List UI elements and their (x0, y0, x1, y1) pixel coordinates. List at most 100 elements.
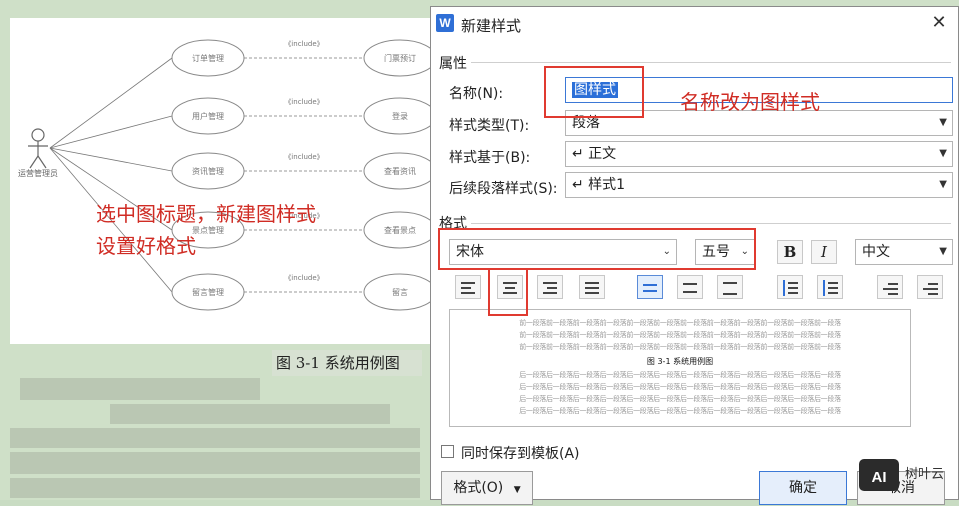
include-label: 《include》 (284, 40, 323, 48)
icon-line (461, 287, 471, 289)
justify-icon (585, 282, 599, 284)
format-menu-label: 格式(O) (453, 480, 504, 496)
preview-after-line: 后一段落后一段落后一段落后一段落后一段落后一段落后一段落后一段落后一段落后一段落… (519, 383, 841, 391)
figure-caption: 图 3-1 系统用例图 (272, 350, 422, 376)
svg-text:查看资讯: 查看资讯 (384, 166, 416, 176)
space-after-button[interactable] (817, 275, 843, 299)
include-label: 《include》 (284, 98, 323, 106)
icon-line (928, 293, 938, 295)
icon-line (823, 280, 825, 296)
font-highlight-box (438, 228, 756, 270)
use-case-right: 门票预订 (363, 39, 430, 77)
actor-label: 运营管理员 (18, 168, 58, 178)
icon-line (461, 292, 475, 294)
space-after-icon (828, 282, 838, 284)
properties-section-label: 属性 (439, 53, 471, 73)
based-on-select[interactable]: ↵ 正文 ▼ (565, 141, 953, 167)
watermark-logo-icon: AI (859, 459, 899, 491)
name-highlight-box (544, 66, 644, 118)
svg-text:登录: 登录 (392, 111, 408, 121)
double-spacing-button[interactable] (717, 275, 743, 299)
use-case-diagram: 运营管理员 《include》订单管理 门票预订《include》用户管理 登录《i… (18, 39, 430, 311)
icon-line (683, 291, 697, 293)
single-spacing-icon (643, 284, 657, 286)
annotation-line-1: 选中图标题，新建图样式 (96, 202, 316, 226)
icon-line (783, 280, 785, 296)
save-to-template-label: 同时保存到模板(A) (461, 446, 580, 462)
svg-text:留言管理: 留言管理 (192, 287, 224, 297)
script-value: 中文 (862, 244, 890, 260)
dropdown-arrow-icon: ▼ (939, 148, 947, 159)
include-label: 《include》 (284, 274, 323, 282)
align-highlight-box (488, 268, 528, 316)
align-right-button[interactable] (537, 275, 563, 299)
association-line (49, 57, 173, 149)
icon-line (585, 292, 599, 294)
icon-line (643, 290, 657, 292)
double-spacing-icon (723, 282, 737, 284)
one-half-spacing-button[interactable] (677, 275, 703, 299)
use-case-right: 查看景点 (363, 211, 430, 249)
blurred-text-block (10, 428, 420, 448)
next-style-select[interactable]: ↵ 样式1 ▼ (565, 172, 953, 198)
align-left-icon (461, 282, 475, 284)
italic-button[interactable]: I (811, 240, 837, 264)
blurred-text-block (10, 478, 420, 498)
increase-indent-icon (928, 283, 938, 285)
use-case-left: 留言管理 (171, 273, 245, 311)
svg-text:订单管理: 订单管理 (192, 53, 224, 63)
close-icon[interactable]: ✕ (928, 12, 950, 34)
save-to-template-checkbox[interactable] (441, 445, 454, 458)
next-style-value: ↵ 样式1 (572, 177, 626, 193)
association-line (49, 115, 173, 149)
watermark: AI 树叶云 (857, 455, 957, 497)
align-left-button[interactable] (455, 275, 481, 299)
based-on-value: ↵ 正文 (572, 146, 617, 162)
preview-after-line: 后一段落后一段落后一段落后一段落后一段落后一段落后一段落后一段落后一段落后一段落… (519, 371, 841, 379)
include-label: 《include》 (284, 153, 323, 161)
blurred-text-block (20, 378, 260, 400)
dialog-title: 新建样式 (461, 17, 522, 35)
increase-indent-button[interactable] (917, 275, 943, 299)
svg-text:AI: AI (872, 469, 887, 486)
style-type-label: 样式类型(T): (449, 118, 530, 134)
single-spacing-button[interactable] (637, 275, 663, 299)
dropdown-arrow-icon: ▼ (513, 485, 521, 495)
icon-line (585, 287, 599, 289)
icon-line (543, 292, 557, 294)
name-label: 名称(N): (449, 86, 504, 102)
one-half-spacing-icon (683, 283, 697, 285)
preview-before-line: 前一段落前一段落前一段落前一段落前一段落前一段落前一段落前一段落前一段落前一段落… (519, 331, 841, 339)
justify-button[interactable] (579, 275, 605, 299)
decrease-indent-button[interactable] (877, 275, 903, 299)
dropdown-arrow-icon: ▼ (939, 179, 947, 190)
bold-button[interactable]: B (777, 240, 803, 264)
icon-line (723, 293, 737, 295)
use-case-left: 订单管理 (171, 39, 245, 77)
script-select[interactable]: 中文 ▼ (855, 239, 953, 265)
preview-sample-text: 图 3-1 系统用例图 (646, 357, 714, 366)
next-style-label: 后续段落样式(S): (449, 181, 558, 197)
dropdown-arrow-icon: ▼ (939, 246, 947, 257)
use-case-right: 留言 (363, 273, 430, 311)
svg-text:查看景点: 查看景点 (384, 225, 416, 235)
space-before-button[interactable] (777, 275, 803, 299)
properties-divider (439, 62, 951, 63)
preview-after-line: 后一段落后一段落后一段落后一段落后一段落后一段落后一段落后一段落后一段落后一段落… (519, 395, 841, 403)
use-case-left: 用户管理 (171, 97, 245, 135)
annotation-line-2: 设置好格式 (96, 234, 196, 258)
icon-line (828, 287, 838, 289)
decrease-indent-icon (888, 283, 898, 285)
icon-line (788, 287, 798, 289)
icon-line (923, 288, 938, 290)
based-on-label: 样式基于(B): (449, 150, 531, 166)
preview-before-line: 前一段落前一段落前一段落前一段落前一段落前一段落前一段落前一段落前一段落前一段落… (519, 343, 841, 351)
dialog-titlebar[interactable]: W 新建样式 ✕ (431, 7, 958, 41)
icon-line (788, 292, 798, 294)
wps-app-icon: W (436, 14, 454, 32)
association-line (49, 147, 173, 172)
svg-text:用户管理: 用户管理 (192, 111, 224, 121)
rename-annotation: 名称改为图样式 (680, 90, 820, 114)
preview-after-line: 后一段落后一段落后一段落后一段落后一段落后一段落后一段落后一段落后一段落后一段落… (519, 407, 841, 415)
space-before-icon (788, 282, 798, 284)
